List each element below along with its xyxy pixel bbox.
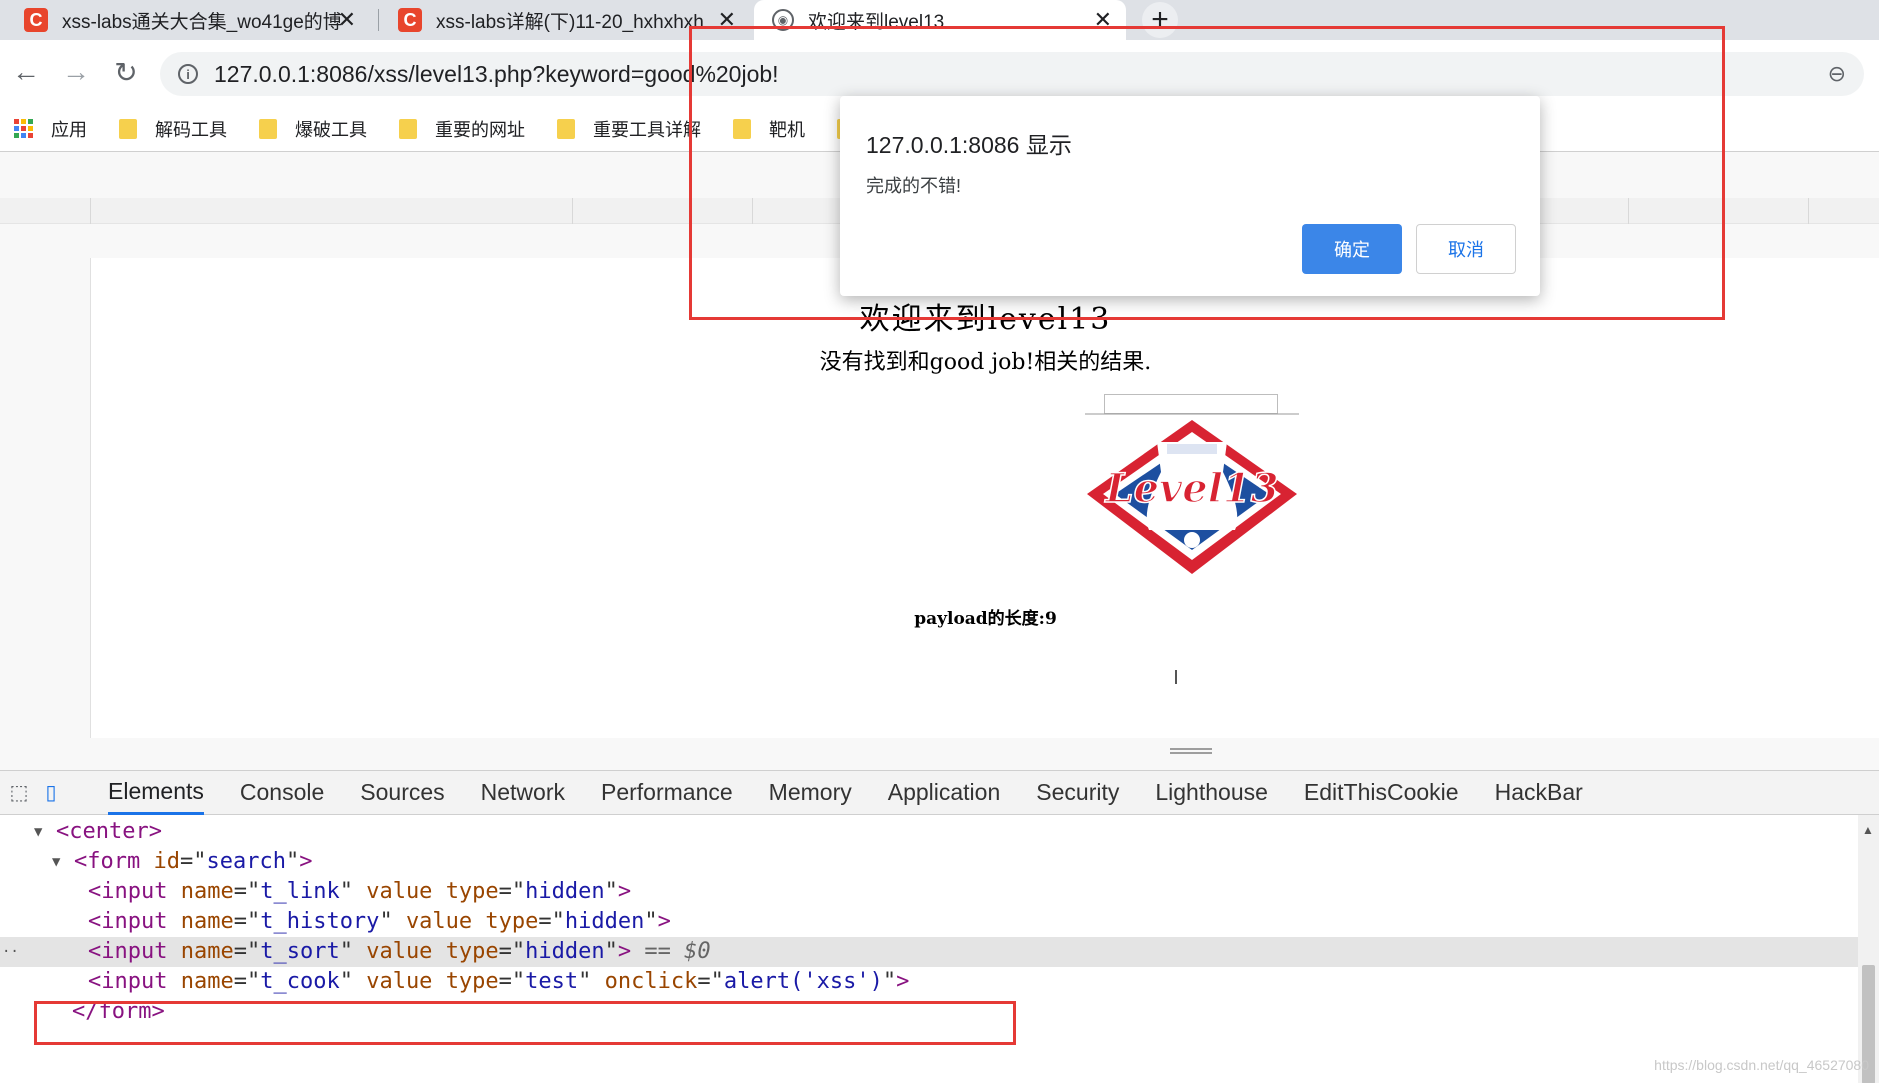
dom-node-input[interactable]: <input name="t_history" value type="hidd… (0, 907, 1858, 937)
bookmark-folder[interactable]: 重要工具详解 (557, 116, 701, 142)
bookmark-folder[interactable]: 解码工具 (119, 116, 227, 142)
bookmark-apps[interactable]: 应用 (14, 116, 87, 142)
bookmark-label: 重要的网址 (435, 119, 525, 140)
csdn-icon: C (24, 8, 48, 32)
annotation-box-code (34, 1001, 1016, 1045)
folder-icon (119, 118, 137, 139)
devtools-panel: ⬚ ▯ Elements Console Sources Network Per… (0, 770, 1879, 1083)
search-result-text: 没有找到和good job!相关的结果. (819, 350, 1152, 375)
dom-node-input-cook[interactable]: <input name="t_cook" value type="test" o… (0, 967, 1858, 997)
bookmark-label: 重要工具详解 (593, 119, 701, 140)
watermark: https://blog.csdn.net/qq_46527080 (1654, 1057, 1869, 1073)
tab-elements[interactable]: Elements (108, 771, 204, 815)
bookmark-folder[interactable]: 爆破工具 (259, 116, 367, 142)
tab-lighthouse[interactable]: Lighthouse (1155, 771, 1268, 815)
tab-title: xss-labs通关大合集_wo41ge的博客 (62, 11, 342, 33)
payload-length: payload的长度:9 (914, 609, 1057, 629)
folder-icon (259, 118, 277, 139)
close-icon[interactable]: ✕ (338, 7, 356, 33)
tab-application[interactable]: Application (888, 771, 1001, 815)
dom-node-input-selected[interactable]: ·· <input name="t_sort" value type="hidde… (0, 937, 1858, 967)
device-toggle-icon[interactable]: ▯ (38, 780, 64, 806)
tab-sources[interactable]: Sources (360, 771, 444, 815)
tab-1[interactable]: C xss-labs通关大合集_wo41ge的博客 ✕ (0, 0, 370, 40)
zoom-icon[interactable]: ⊖ (1828, 61, 1846, 87)
bookmark-folder[interactable]: 重要的网址 (399, 116, 525, 142)
reload-button[interactable]: ↻ (108, 54, 144, 90)
csdn-icon: C (398, 8, 422, 32)
back-button[interactable]: ← (8, 54, 44, 90)
expand-triangle-icon[interactable]: ▼ (52, 847, 60, 877)
devtools-tabbar: ⬚ ▯ Elements Console Sources Network Per… (0, 771, 1879, 815)
tab-security[interactable]: Security (1036, 771, 1119, 815)
expand-triangle-icon[interactable]: ▼ (34, 817, 42, 847)
apps-grid-icon (14, 119, 33, 138)
tab-divider (378, 9, 379, 31)
tab-hackbar[interactable]: HackBar (1495, 771, 1583, 815)
devtools-scrollbar[interactable]: ▲ (1858, 815, 1879, 1083)
folder-icon (399, 118, 417, 139)
page-viewport: 欢迎来到level13 没有找到和good job!相关的结果. Level13… (90, 258, 1879, 738)
inspect-element-icon[interactable]: ⬚ (6, 780, 32, 806)
tab-title: xss-labs详解(下)11-20_hxhxhxh (436, 11, 704, 33)
info-icon[interactable]: i (178, 64, 198, 84)
dom-node-form[interactable]: ▼ <form id="search"> (0, 847, 1858, 877)
dom-node-input[interactable]: <input name="t_link" value type="hidden"… (0, 877, 1858, 907)
logo-text: Level13 (1104, 465, 1278, 512)
devtools-resize-handle[interactable] (1170, 748, 1212, 754)
bookmark-label: 爆破工具 (295, 119, 367, 140)
folder-icon (557, 118, 575, 139)
tab-console[interactable]: Console (240, 771, 324, 815)
bookmark-label: 应用 (51, 119, 87, 140)
annotation-box-dialog (689, 26, 1725, 320)
scroll-up-icon[interactable]: ▲ (1862, 823, 1874, 837)
tab-editthiscookie[interactable]: EditThisCookie (1304, 771, 1459, 815)
tab-network[interactable]: Network (481, 771, 565, 815)
search-input[interactable] (1104, 394, 1278, 414)
level13-logo: Level13 (1085, 413, 1299, 574)
tab-performance[interactable]: Performance (601, 771, 733, 815)
tab-memory[interactable]: Memory (769, 771, 852, 815)
bookmark-label: 解码工具 (155, 119, 227, 140)
text-caret (1175, 670, 1177, 684)
forward-button[interactable]: → (58, 54, 94, 90)
dom-node-center[interactable]: ▼ <center> (0, 817, 1858, 847)
